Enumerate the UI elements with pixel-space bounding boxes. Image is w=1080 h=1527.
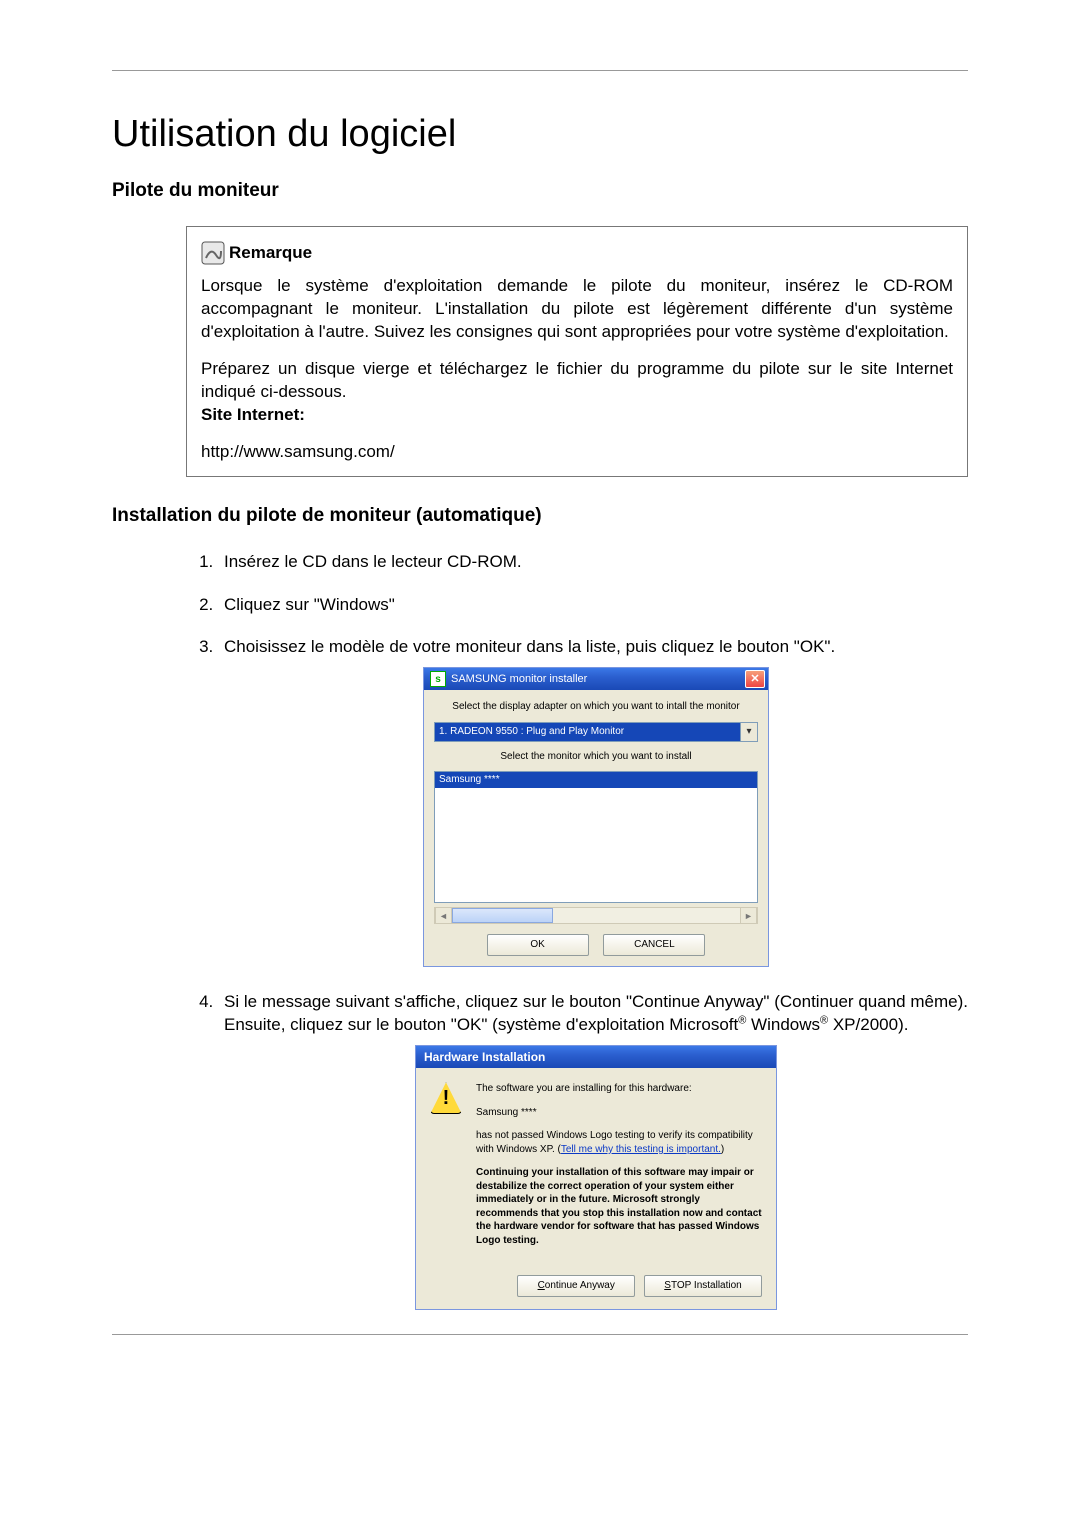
stop-installation-button[interactable]: STOP Installation (644, 1275, 762, 1297)
adapter-label: Select the display adapter on which you … (434, 700, 758, 714)
hw-bold: Continuing your installation of this sof… (476, 1166, 762, 1247)
divider-bottom (112, 1334, 968, 1335)
remark-p2: Préparez un disque vierge et téléchargez… (201, 359, 953, 401)
hw-device: Samsung **** (476, 1106, 762, 1120)
section-install-heading: Installation du pilote de moniteur (auto… (112, 505, 968, 527)
note-icon (201, 241, 227, 265)
document-page: Utilisation du logiciel Pilote du monite… (0, 0, 1080, 1527)
installer-dialog: s SAMSUNG monitor installer ✕ Select the… (423, 667, 769, 967)
horizontal-scrollbar[interactable]: ◄ ► (434, 907, 758, 924)
remark-label: Remarque (229, 242, 312, 265)
site-label: Site Internet: (201, 405, 305, 424)
installer-app-icon: s (430, 671, 446, 687)
installer-titlebar: s SAMSUNG monitor installer ✕ (424, 668, 768, 690)
scroll-right-icon[interactable]: ► (740, 907, 757, 924)
continue-anyway-button[interactable]: Continue Anyway (517, 1275, 635, 1297)
divider-top (112, 70, 968, 71)
hw-title: Hardware Installation (424, 1049, 545, 1065)
step-3-text: Choisissez le modèle de votre moniteur d… (224, 637, 835, 656)
hw-line1: The software you are installing for this… (476, 1082, 762, 1096)
chevron-down-icon[interactable]: ▾ (740, 723, 757, 741)
installer-title: SAMSUNG monitor installer (451, 672, 587, 687)
remark-box: Remarque Lorsque le système d'exploitati… (186, 226, 968, 477)
adapter-combobox[interactable]: 1. RADEON 9550 : Plug and Play Monitor ▾ (434, 722, 758, 742)
monitor-listbox[interactable]: Samsung **** (434, 771, 758, 903)
monitor-list-item[interactable]: Samsung **** (435, 772, 757, 788)
hw-line2b: ) (721, 1144, 724, 1155)
ok-button[interactable]: OK (487, 934, 589, 956)
site-url: http://www.samsung.com/ (201, 441, 953, 464)
warning-icon: ! (430, 1082, 462, 1114)
scroll-left-icon[interactable]: ◄ (435, 907, 452, 924)
section-driver-heading: Pilote du moniteur (112, 180, 968, 202)
monitor-label: Select the monitor which you want to ins… (434, 750, 758, 764)
hw-link[interactable]: Tell me why this testing is important. (561, 1144, 721, 1155)
hardware-installation-dialog: Hardware Installation ! The software you… (415, 1045, 777, 1310)
adapter-value: 1. RADEON 9550 : Plug and Play Monitor (435, 725, 740, 739)
close-button[interactable]: ✕ (745, 670, 765, 688)
scrollbar-thumb[interactable] (452, 908, 553, 923)
page-title: Utilisation du logiciel (112, 113, 968, 156)
step-1: Insérez le CD dans le lecteur CD-ROM. (218, 551, 968, 574)
step-2: Cliquez sur "Windows" (218, 594, 968, 617)
hw-titlebar: Hardware Installation (416, 1046, 776, 1068)
step-4: Si le message suivant s'affiche, cliquez… (218, 991, 968, 1310)
steps-list: Insérez le CD dans le lecteur CD-ROM. Cl… (186, 551, 968, 1310)
step-4-text: Si le message suivant s'affiche, cliquez… (224, 992, 968, 1035)
cancel-button[interactable]: CANCEL (603, 934, 705, 956)
step-3: Choisissez le modèle de votre moniteur d… (218, 636, 968, 966)
remark-p1: Lorsque le système d'exploitation demand… (201, 275, 953, 344)
